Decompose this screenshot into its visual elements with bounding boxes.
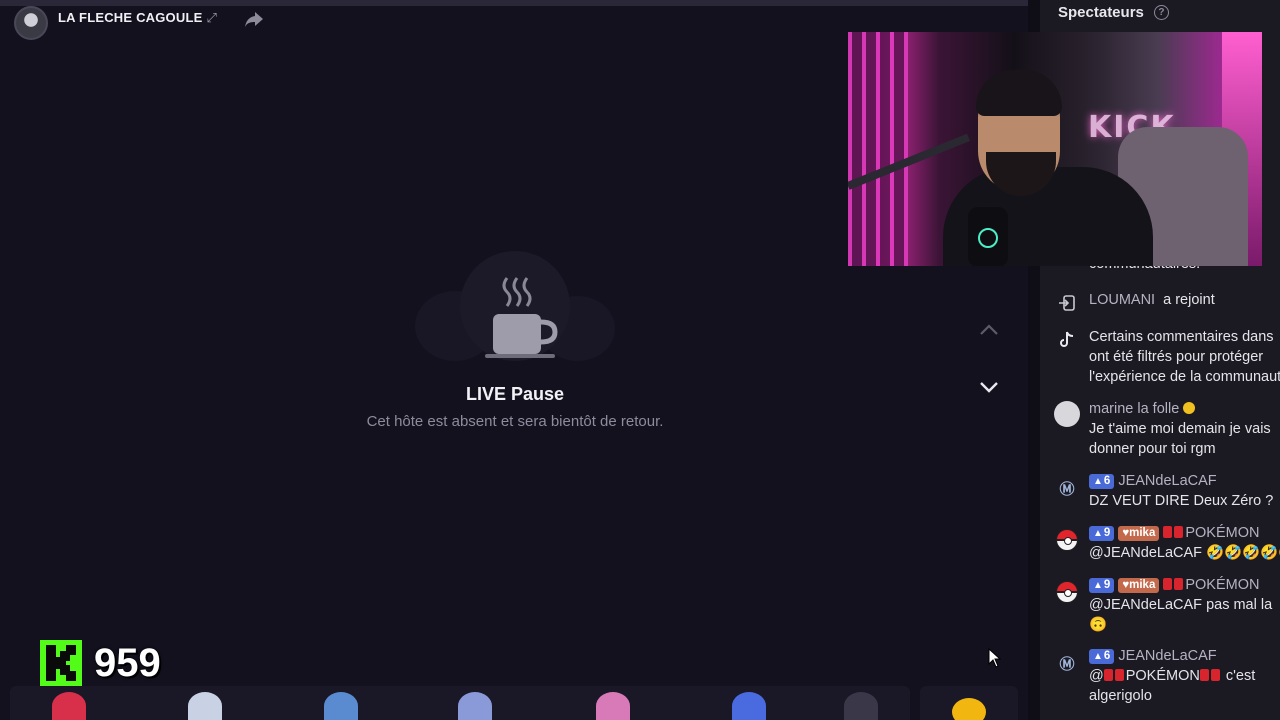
- gift-bar: [10, 686, 910, 720]
- join-icon: [1054, 290, 1080, 316]
- viewers-header: Spectateurs ?: [1058, 4, 1169, 21]
- viewers-title: Spectateurs: [1058, 4, 1144, 21]
- pause-subtitle: Cet hôte est absent et sera bientôt de r…: [366, 413, 664, 430]
- marseille-logo-icon[interactable]: Ⓜ: [1054, 475, 1080, 501]
- coins-button[interactable]: [920, 686, 1018, 720]
- chat-username[interactable]: JEANdeLaCAF: [1118, 473, 1216, 489]
- pause-panel: LIVE Pause Cet hôte est absent et sera b…: [330, 246, 700, 430]
- fan-badge: ♥mika: [1118, 578, 1160, 593]
- host-name[interactable]: LA FLECHE CAGOULE ⤢: [58, 10, 217, 26]
- previous-live-button[interactable]: [972, 316, 1006, 344]
- chat-username[interactable]: POKÉMON: [1185, 577, 1259, 593]
- level-badge: ▲6: [1089, 474, 1115, 489]
- chat-username[interactable]: marine la folle: [1089, 401, 1179, 417]
- coffee-cloud-icon: [415, 246, 615, 366]
- pokeball-avatar-icon[interactable]: [1054, 527, 1080, 553]
- marseille-logo-icon[interactable]: Ⓜ: [1054, 650, 1080, 676]
- level-badge: ▲9: [1089, 578, 1115, 593]
- pokeball-avatar-icon[interactable]: [1054, 579, 1080, 605]
- share-icon[interactable]: [240, 6, 268, 34]
- heart-gift-icon[interactable]: [596, 692, 630, 720]
- rose-gift-icon[interactable]: [52, 692, 86, 720]
- fan-badge: ♥mika: [1118, 526, 1160, 541]
- chat-username[interactable]: JEANdeLaCAF: [1118, 648, 1216, 664]
- next-live-button[interactable]: [972, 373, 1006, 401]
- dragon-gift-icon[interactable]: [324, 692, 358, 720]
- mouse-cursor-icon: [988, 647, 1002, 673]
- pause-title: LIVE Pause: [465, 384, 565, 404]
- galaxy-gift-icon[interactable]: [732, 692, 766, 720]
- coin-icon: [952, 698, 986, 720]
- swan-gift-icon[interactable]: [188, 692, 222, 720]
- astronaut-gift-icon[interactable]: [458, 692, 492, 720]
- user-avatar[interactable]: [1054, 401, 1080, 427]
- level-badge: ▲9: [1089, 526, 1115, 541]
- viewer-counter: 959: [40, 640, 161, 686]
- help-icon[interactable]: ?: [1153, 5, 1169, 20]
- host-avatar[interactable]: [14, 6, 48, 40]
- tiktok-icon: [1054, 327, 1080, 353]
- kick-logo-icon: [40, 640, 82, 686]
- chat-username[interactable]: POKÉMON: [1185, 525, 1259, 541]
- emoji-icon: [1183, 402, 1196, 414]
- level-badge: ▲6: [1089, 649, 1115, 664]
- chat-username[interactable]: LOUMANI: [1089, 292, 1155, 308]
- host-info[interactable]: LA FLECHE CAGOULE ⤢: [14, 6, 217, 40]
- more-gift-icon[interactable]: [844, 692, 878, 720]
- webcam-overlay: KICK: [848, 32, 1262, 266]
- viewer-count: 959: [94, 640, 161, 685]
- host-spark-icon: ⤢: [206, 10, 218, 25]
